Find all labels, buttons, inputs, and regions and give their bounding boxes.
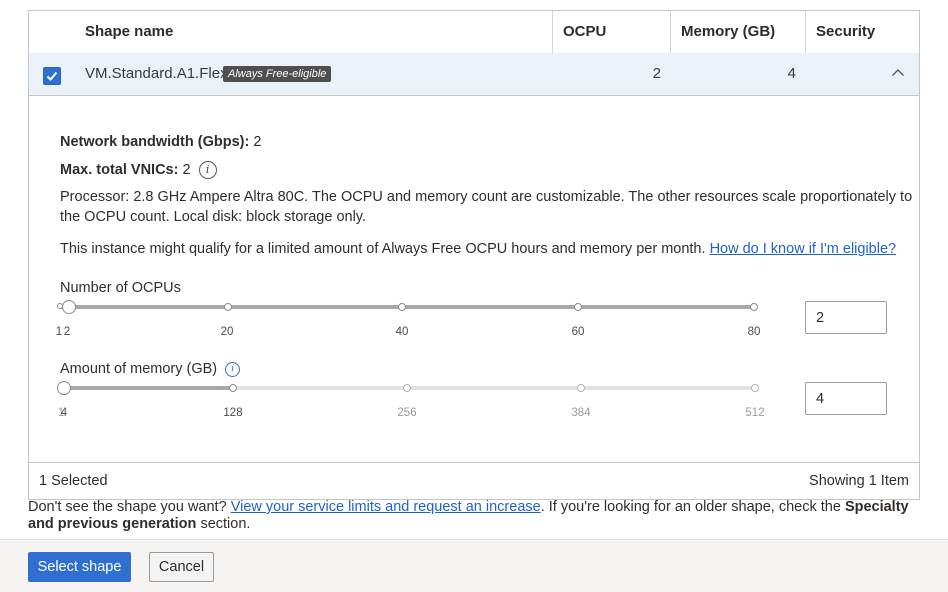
check-icon	[46, 71, 58, 81]
info-icon[interactable]: i	[198, 161, 217, 179]
ocpu-slider-track[interactable]	[59, 305, 757, 309]
memory-slider-tick	[229, 384, 237, 392]
ocpu-tick-label: 40	[395, 326, 409, 338]
shape-table-panel: Shape name OCPU Memory (GB) Security VM.…	[28, 10, 920, 500]
memory-tick-label: 256	[397, 407, 417, 419]
table-footer: 1 Selected Showing 1 Item	[29, 462, 919, 501]
memory-slider-label-text: Amount of memory (GB)	[60, 361, 218, 377]
memory-slider-thumb[interactable]	[57, 381, 71, 395]
memory-slider-active-range	[63, 386, 233, 390]
ocpu-tick-label-value: 2	[63, 326, 71, 338]
selected-count: 1 Selected	[39, 473, 108, 489]
column-header-shape-name[interactable]: Shape name	[85, 11, 173, 53]
memory-tick-label: 128	[223, 407, 243, 419]
row-select-checkbox[interactable]	[43, 67, 61, 85]
bandwidth-label: Network bandwidth (Gbps):	[60, 134, 250, 150]
cancel-button[interactable]: Cancel	[149, 552, 214, 582]
ocpu-slider-thumb[interactable]	[62, 300, 76, 314]
note-suffix: section.	[200, 516, 251, 532]
eligibility-link[interactable]: How do I know if I'm eligible?	[710, 241, 897, 257]
column-header-security[interactable]: Security	[805, 11, 919, 53]
memory-tick-label: 512	[745, 407, 765, 419]
item-count: Showing 1 Item	[809, 473, 909, 489]
table-row[interactable]: VM.Standard.A1.Flex Always Free-eligible…	[29, 53, 919, 96]
ocpu-slider-tick	[750, 303, 758, 311]
ocpu-slider-label: Number of OCPUs	[60, 280, 181, 296]
ocpu-tick-label: 80	[747, 326, 761, 338]
memory-tick-label-value: 4	[60, 407, 68, 419]
memory-amount-input[interactable]	[805, 382, 887, 415]
memory-tick-label: 384	[571, 407, 591, 419]
vnics-value: 2	[182, 161, 191, 178]
ocpu-slider-tick	[398, 303, 406, 311]
processor-line-2: the OCPU count. Local disk: block storag…	[60, 209, 366, 225]
vnics-line: Max. total VNICs: 2 i	[60, 161, 217, 179]
bandwidth-line: Network bandwidth (Gbps): 2	[60, 134, 261, 150]
column-header-memory[interactable]: Memory (GB)	[670, 11, 805, 53]
info-icon[interactable]: i	[225, 361, 241, 377]
memory-slider-tick	[751, 384, 759, 392]
free-tier-line: This instance might qualify for a limite…	[60, 241, 896, 257]
shape-help-note: Don't see the shape you want? View your …	[28, 499, 928, 533]
note-middle: . If you're looking for an older shape, …	[540, 499, 841, 515]
free-tier-text: This instance might qualify for a limite…	[60, 241, 706, 257]
always-free-badge: Always Free-eligible	[223, 66, 332, 82]
memory-cell: 4	[787, 65, 796, 82]
ocpu-slider-tick	[574, 303, 582, 311]
vnics-label: Max. total VNICs:	[60, 161, 179, 178]
ocpu-cell: 2	[652, 65, 661, 82]
ocpu-tick-label: 20	[220, 326, 234, 338]
memory-slider-tick	[403, 384, 411, 392]
bandwidth-value: 2	[253, 134, 262, 150]
ocpu-tick-label-min: 1	[55, 326, 63, 338]
ocpu-slider-tick	[224, 303, 232, 311]
note-prefix: Don't see the shape you want?	[28, 499, 227, 515]
ocpu-count-input[interactable]	[805, 301, 887, 334]
column-header-ocpu[interactable]: OCPU	[552, 11, 670, 53]
action-bar: Select shape Cancel	[0, 539, 948, 592]
service-limits-link[interactable]: View your service limits and request an …	[231, 499, 541, 515]
table-header: Shape name OCPU Memory (GB) Security	[29, 11, 919, 54]
processor-line-1: Processor: 2.8 GHz Ampere Altra 80C. The…	[60, 189, 913, 205]
select-shape-button[interactable]: Select shape	[28, 552, 131, 582]
memory-slider-label: Amount of memory (GB) i	[60, 361, 241, 377]
shape-name-cell: VM.Standard.A1.Flex	[85, 65, 228, 82]
ocpu-tick-label: 60	[571, 326, 585, 338]
chevron-up-icon[interactable]	[891, 66, 905, 80]
memory-slider-tick	[577, 384, 585, 392]
